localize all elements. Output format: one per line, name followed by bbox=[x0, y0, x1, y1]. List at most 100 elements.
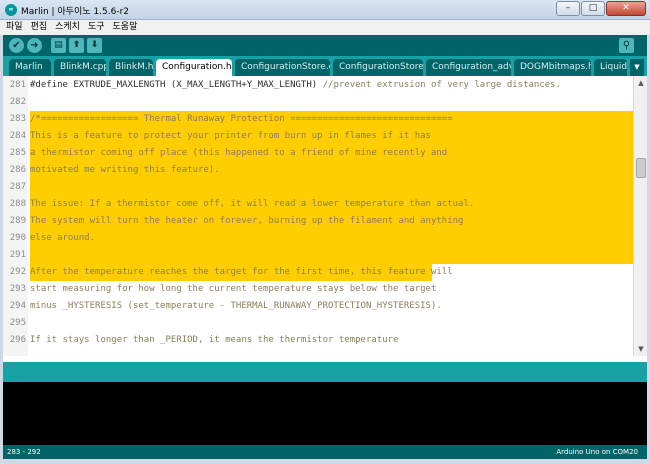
code-line: 296 If it stays longer than _PERIOD, it m… bbox=[3, 332, 633, 349]
line-code: motivated me writing this feature). bbox=[30, 162, 220, 179]
arrow-up-icon: ⬆ bbox=[72, 40, 81, 50]
line-code: The system will turn the heater on forev… bbox=[30, 213, 463, 230]
tab-marlin[interactable]: Marlin bbox=[9, 59, 51, 76]
line-number: 290 bbox=[9, 233, 26, 243]
line-number: 284 bbox=[9, 131, 26, 141]
line-range: 283 - 292 bbox=[7, 448, 41, 456]
code-comment: This is a feature to protect your printe… bbox=[30, 131, 431, 141]
board-info: Arduino Uno on COM20 bbox=[556, 448, 638, 456]
line-code: else around. bbox=[30, 230, 95, 247]
line-number: 288 bbox=[9, 199, 26, 209]
tab-blinkm-cpp[interactable]: BlinkM.cpp bbox=[54, 59, 106, 76]
output-console bbox=[3, 382, 647, 445]
code-comment: else around. bbox=[30, 233, 96, 243]
code-line: 286 motivated me writing this feature). bbox=[3, 162, 633, 179]
window-title: Marlin | 아두이노 1.5.6-r2 bbox=[21, 7, 129, 17]
code-comment: /*================== Thermal Runaway Pro… bbox=[30, 114, 453, 124]
code-line: 281 #define EXTRUDE_MAXLENGTH (X_MAX_LENG… bbox=[3, 77, 633, 94]
line-code: a thermistor coming off place (this happ… bbox=[30, 145, 447, 162]
menu-edit[interactable]: 편집 bbox=[31, 20, 48, 35]
code-line: 291 bbox=[3, 247, 633, 264]
code-comment: The issue: If a thermistor come off, it … bbox=[30, 199, 475, 209]
tab-liquidcrystalrus[interactable]: LiquidCrystalRus bbox=[594, 59, 627, 76]
code-line: 283 /*================== Thermal Runaway … bbox=[3, 111, 633, 128]
code-line: 285 a thermistor coming off place (this h… bbox=[3, 145, 633, 162]
verify-button[interactable]: ✔ bbox=[9, 38, 24, 53]
line-number: 293 bbox=[9, 284, 26, 294]
code-comment: After the temperature reaches the target… bbox=[30, 267, 453, 277]
magnifier-icon: ⚲ bbox=[622, 40, 631, 51]
line-number: 285 bbox=[9, 148, 26, 158]
line-number: 282 bbox=[9, 97, 26, 107]
message-area bbox=[3, 362, 647, 382]
line-number: 296 bbox=[9, 335, 26, 345]
scroll-down-icon[interactable]: ▼ bbox=[634, 342, 648, 356]
line-code: start measuring for how long the current… bbox=[30, 281, 436, 298]
code-line: 292 After the temperature reaches the tar… bbox=[3, 264, 633, 281]
serial-monitor-button[interactable]: ⚲ bbox=[619, 38, 634, 53]
code-editor[interactable]: 281 #define EXTRUDE_MAXLENGTH (X_MAX_LENG… bbox=[3, 76, 633, 356]
menu-bar: 파일 편집 스케치 도구 도움말 bbox=[0, 20, 650, 35]
line-number: 289 bbox=[9, 216, 26, 226]
scroll-thumb[interactable] bbox=[636, 158, 646, 178]
line-number: 291 bbox=[9, 250, 26, 260]
arduino-icon: ∞ bbox=[5, 4, 17, 16]
code-line: 288 The issue: If a thermistor come off, … bbox=[3, 196, 633, 213]
menu-file[interactable]: 파일 bbox=[6, 20, 23, 35]
new-file-icon: ▤ bbox=[54, 40, 63, 50]
chevron-down-icon: ▼ bbox=[634, 63, 640, 71]
arrow-down-icon: ⬇ bbox=[90, 40, 99, 50]
code-comment: motivated me writing this feature). bbox=[30, 165, 220, 175]
line-number: 295 bbox=[9, 318, 26, 328]
code-line: 293 start measuring for how long the curr… bbox=[3, 281, 633, 298]
line-code: If it stays longer than _PERIOD, it mean… bbox=[30, 332, 398, 349]
maximize-button[interactable]: □ bbox=[581, 1, 605, 16]
vertical-scrollbar[interactable]: ▲ ▼ bbox=[633, 76, 647, 356]
arrow-right-icon: ➜ bbox=[30, 40, 39, 51]
line-code: The issue: If a thermistor come off, it … bbox=[30, 196, 474, 213]
line-code: /*================== Thermal Runaway Pro… bbox=[30, 111, 453, 128]
line-number: 286 bbox=[9, 165, 26, 175]
save-button[interactable]: ⬇ bbox=[87, 38, 102, 53]
code-line: 289 The system will turn the heater on fo… bbox=[3, 213, 633, 230]
menu-tools[interactable]: 도구 bbox=[88, 20, 105, 35]
menu-sketch[interactable]: 스케치 bbox=[55, 20, 80, 35]
tab-configuration-h[interactable]: Configuration.h § bbox=[156, 59, 232, 76]
line-code: #define EXTRUDE_MAXLENGTH (X_MAX_LENGTH+… bbox=[30, 77, 561, 94]
code-text: #define EXTRUDE_MAXLENGTH (X_MAX_LENGTH+… bbox=[30, 80, 318, 90]
code-line: 282 bbox=[3, 94, 633, 111]
scroll-up-icon[interactable]: ▲ bbox=[634, 76, 648, 90]
footer-bar: 283 - 292 Arduino Uno on COM20 bbox=[3, 445, 647, 459]
upload-button[interactable]: ➜ bbox=[27, 38, 42, 53]
toolbar: ✔ ➜ ▤ ⬆ ⬇ ⚲ bbox=[3, 35, 647, 56]
minimize-button[interactable]: – bbox=[556, 1, 580, 16]
code-comment: minus _HYSTERESIS (set_temperature - THE… bbox=[30, 301, 442, 311]
line-code: This is a feature to protect your printe… bbox=[30, 128, 431, 145]
code-comment: If it stays longer than _PERIOD, it mean… bbox=[30, 335, 399, 345]
tab-configurationstore-h[interactable]: ConfigurationStore.h bbox=[333, 59, 423, 76]
code-line: 287 bbox=[3, 179, 633, 196]
tab-blinkm-h[interactable]: BlinkM.h bbox=[109, 59, 153, 76]
open-button[interactable]: ⬆ bbox=[69, 38, 84, 53]
menu-help[interactable]: 도움말 bbox=[113, 20, 138, 35]
new-button[interactable]: ▤ bbox=[51, 38, 66, 53]
line-code: minus _HYSTERESIS (set_temperature - THE… bbox=[30, 298, 442, 315]
code-comment: a thermistor coming off place (this happ… bbox=[30, 148, 448, 158]
code-line: 284 This is a feature to protect your pri… bbox=[3, 128, 633, 145]
code-comment: The system will turn the heater on forev… bbox=[30, 216, 464, 226]
line-number: 294 bbox=[9, 301, 26, 311]
code-comment: //prevent extrusion of very large distan… bbox=[317, 80, 562, 90]
code-comment: start measuring for how long the current… bbox=[30, 284, 437, 294]
tab-menu-button[interactable]: ▼ bbox=[630, 59, 644, 76]
tab-dogmbitmaps-h[interactable]: DOGMbitmaps.h bbox=[514, 59, 591, 76]
line-number: 292 bbox=[9, 267, 26, 277]
tab-configuration-adv-h[interactable]: Configuration_adv.h bbox=[426, 59, 511, 76]
line-number: 281 bbox=[9, 80, 26, 90]
close-button[interactable]: ✕ bbox=[606, 1, 646, 16]
code-line: 295 bbox=[3, 315, 633, 332]
title-bar: ∞ Marlin | 아두이노 1.5.6-r2 – □ ✕ bbox=[0, 0, 650, 20]
check-icon: ✔ bbox=[12, 40, 21, 51]
line-code: After the temperature reaches the target… bbox=[30, 264, 453, 281]
code-line: 290 else around. bbox=[3, 230, 633, 247]
tab-configurationstore-cpp[interactable]: ConfigurationStore.cpp bbox=[235, 59, 330, 76]
